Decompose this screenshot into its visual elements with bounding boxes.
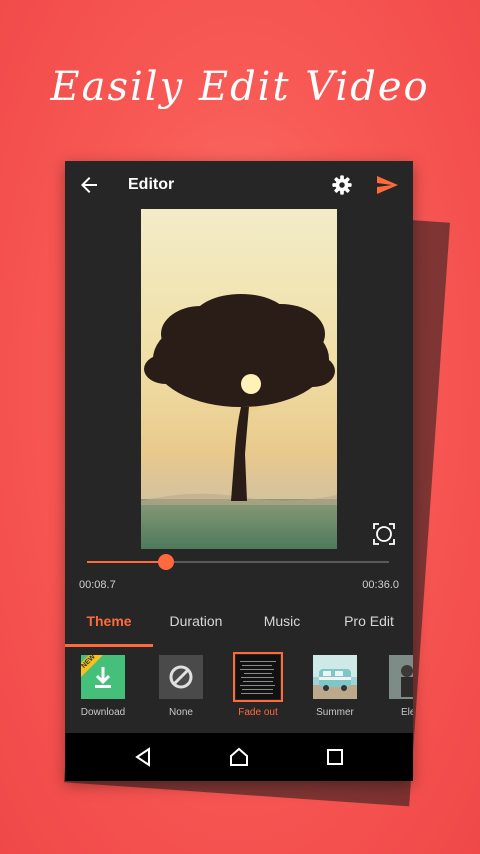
editor-screen: Editor 00:08.7 00:36.0 Theme Duration Mu… (65, 161, 413, 781)
nav-recents-icon[interactable] (323, 745, 347, 769)
theme-none[interactable]: None (149, 655, 213, 718)
seek-thumb[interactable] (157, 554, 174, 570)
theme-summer[interactable]: Summer (303, 655, 367, 718)
video-preview[interactable] (141, 209, 337, 549)
rotate-icon[interactable] (371, 521, 397, 547)
theme-list: NEW Download None Fade out Summer Ele (65, 652, 413, 733)
person-image (389, 655, 413, 699)
theme-elegant[interactable]: Eleg (379, 655, 413, 718)
elegant-thumbnail (389, 655, 413, 699)
tab-theme[interactable]: Theme (65, 601, 153, 645)
theme-label: Eleg (400, 707, 413, 718)
back-arrow-icon[interactable] (77, 173, 101, 197)
no-symbol-icon (169, 665, 193, 689)
toolbar: Editor (65, 161, 413, 209)
gear-icon[interactable] (331, 174, 353, 196)
seek-progress (87, 561, 166, 563)
tab-music[interactable]: Music (239, 601, 325, 645)
theme-label: Fade out (238, 707, 278, 718)
fade-out-thumbnail (233, 652, 283, 702)
theme-label: None (169, 707, 193, 718)
tab-pro-edit[interactable]: Pro Edit (325, 601, 413, 645)
theme-fade-out[interactable]: Fade out (226, 652, 290, 718)
current-time: 00:08.7 (79, 579, 116, 591)
active-tab-indicator (65, 644, 153, 647)
total-time: 00:36.0 (362, 579, 399, 591)
system-nav-bar (65, 733, 413, 781)
van-image (313, 655, 357, 699)
tab-bar: Theme Duration Music Pro Edit (65, 601, 413, 647)
film-strip-icon (240, 661, 276, 694)
page-title: Editor (128, 176, 175, 193)
download-thumbnail: NEW (81, 655, 125, 699)
promo-title: Easily Edit Video (50, 64, 430, 110)
nav-home-icon[interactable] (227, 745, 251, 769)
summer-thumbnail (313, 655, 357, 699)
theme-label: Summer (316, 707, 354, 718)
nav-back-icon[interactable] (131, 745, 155, 769)
tab-duration[interactable]: Duration (153, 601, 239, 645)
theme-label: Download (80, 707, 126, 718)
none-thumbnail (159, 655, 203, 699)
send-icon[interactable] (375, 173, 399, 197)
seek-bar[interactable] (87, 554, 389, 570)
theme-download[interactable]: NEW Download (71, 655, 135, 718)
